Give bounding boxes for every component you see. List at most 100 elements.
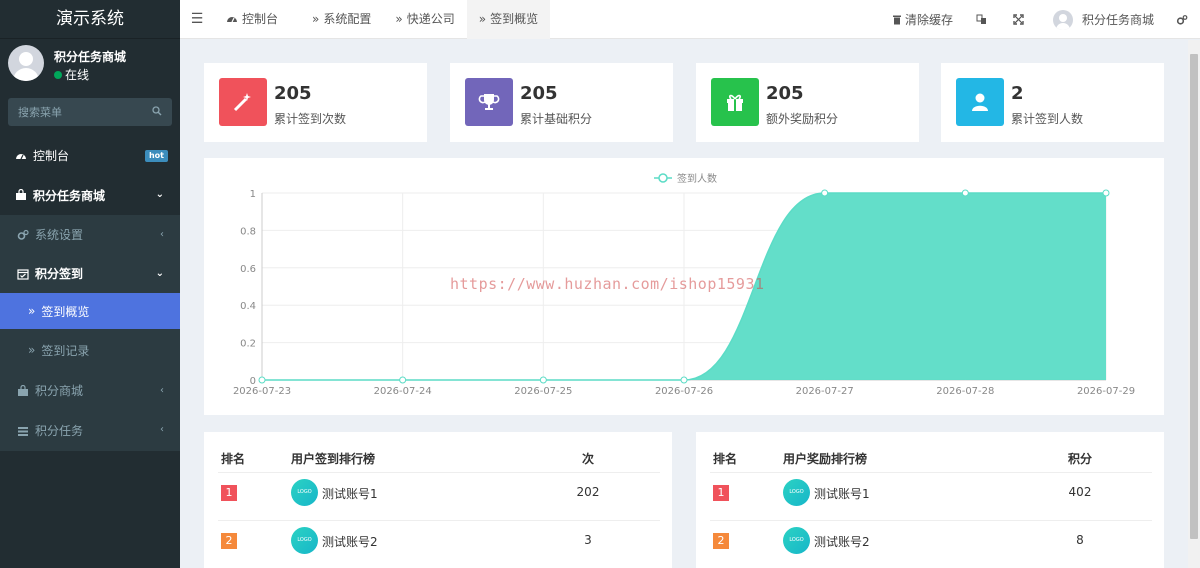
user-logo: LOGO <box>291 479 318 506</box>
sidebar-item-checkin-overview[interactable]: » 签到概览 <box>0 293 180 329</box>
rank-value: 3 <box>584 533 592 547</box>
topbar-actions: 清除缓存 积分任务商城 <box>882 0 1200 39</box>
checkin-rank-panel: 排名 用户签到排行榜 次 1 LOGO 测试账号1 202 2 LOGO 测试账… <box>204 432 672 568</box>
sidebar-item-label: 积分商城 <box>35 384 84 398</box>
clear-cache-button[interactable]: 清除缓存 <box>882 0 963 39</box>
double-chevron-icon: » <box>312 11 320 26</box>
sidebar-item-label: 签到概览 <box>41 304 90 319</box>
sidebar-item-label: 签到记录 <box>41 343 90 358</box>
chevron-down-icon: ⌄ <box>155 268 164 279</box>
app-logo[interactable]: 演示系统 <box>0 0 180 39</box>
checkin-chart: 00.20.40.60.812026-07-23 2026-07-24 2026-0… <box>233 172 1135 397</box>
stat-card-base-points: 205 累计基础积分 <box>450 63 673 142</box>
tab-label: 签到概览 <box>490 11 539 26</box>
translate-button[interactable] <box>963 0 1000 39</box>
magic-wand-icon <box>219 78 267 126</box>
sidebar-item-points-mall[interactable]: 积分任务商城 ⌄ <box>0 175 180 215</box>
sidebar-item-checkin[interactable]: 积分签到 ⌄ <box>0 254 180 293</box>
rank-value: 202 <box>576 485 600 499</box>
x-tick-label: 2026-07-27 <box>796 386 854 397</box>
stat-label: 累计基础积分 <box>520 112 593 126</box>
table-row: 2 LOGO 测试账号2 3 <box>204 522 672 558</box>
sidebar-item-label: 积分任务 <box>35 424 84 438</box>
col-rank: 排名 <box>221 452 246 466</box>
user-icon <box>956 78 1004 126</box>
sidebar-item-label: 积分任务商城 <box>33 188 106 203</box>
chevron-left-icon: ‹ <box>160 385 164 396</box>
tab-label: 快递公司 <box>406 11 455 26</box>
x-tick-label: 2026-07-26 <box>655 386 713 397</box>
sidebar-item-dashboard[interactable]: 控制台 hot <box>0 136 180 175</box>
sidebar-item-mall[interactable]: 积分商城 ‹ <box>0 371 180 410</box>
settings-button[interactable] <box>1168 0 1200 39</box>
user-logo: LOGO <box>783 527 810 554</box>
sidebar-item-system-settings[interactable]: 系统设置 ‹ <box>0 215 180 254</box>
user-logo: LOGO <box>783 479 810 506</box>
user-menu[interactable]: 积分任务商城 <box>1037 0 1168 39</box>
tab-checkin-overview[interactable]: » 签到概览 <box>466 0 551 39</box>
sidebar-menu: 控制台 hot 积分任务商城 ⌄ 系统设置 ‹ 积分签到 ⌄ » 签到概览 » … <box>0 136 180 451</box>
tab-system-config[interactable]: » 系统配置 <box>290 0 383 39</box>
rank-user: 测试账号2 <box>814 535 870 549</box>
chevron-down-icon: ⌄ <box>155 189 164 200</box>
tab-express-company[interactable]: » 快递公司 <box>383 0 466 39</box>
rank-badge: 2 <box>713 533 729 549</box>
legend-label: 签到人数 <box>677 172 717 185</box>
dashboard-icon <box>14 149 28 163</box>
y-tick-label: 0.4 <box>240 301 256 312</box>
translate-icon <box>976 14 986 24</box>
user-menu-name: 积分任务商城 <box>1081 13 1154 27</box>
search-icon[interactable] <box>152 106 162 116</box>
rank-value: 402 <box>1068 485 1092 499</box>
trash-icon <box>892 15 901 25</box>
sidebar-item-checkin-records[interactable]: » 签到记录 <box>0 329 180 371</box>
search-input[interactable] <box>8 98 138 126</box>
stat-value: 205 <box>520 83 558 104</box>
top-navbar: ☰ 控制台 » 系统配置 » 快递公司 » 签到概览 清除缓存 积分任务商城 <box>180 0 1200 39</box>
menu-toggle-icon[interactable]: ☰ <box>180 0 214 39</box>
stat-card-checkin-users: 2 累计签到人数 <box>941 63 1164 142</box>
chevron-left-icon: ‹ <box>160 424 164 435</box>
avatar <box>8 45 44 81</box>
table-row: 1 LOGO 测试账号1 402 <box>696 474 1164 510</box>
stat-card-bonus-points: 205 额外奖励积分 <box>696 63 919 142</box>
dashboard-icon <box>227 17 237 23</box>
shopping-bag-icon <box>16 384 30 398</box>
table-row: 2 LOGO 测试账号2 8 <box>696 522 1164 558</box>
chevron-left-icon: ‹ <box>160 229 164 240</box>
reward-rank-panel: 排名 用户奖励排行榜 积分 1 LOGO 测试账号1 402 2 LOGO 测试… <box>696 432 1164 568</box>
sidebar-item-tasks[interactable]: 积分任务 ‹ <box>0 410 180 451</box>
y-tick-label: 0.8 <box>240 226 256 237</box>
stat-value: 2 <box>1011 83 1024 104</box>
page-scrollbar[interactable] <box>1188 40 1200 568</box>
sidebar-item-label: 系统设置 <box>35 228 84 242</box>
fullscreen-button[interactable] <box>1000 0 1037 39</box>
divider <box>710 472 1152 473</box>
calendar-check-icon <box>16 267 30 281</box>
y-tick-label: 1 <box>250 189 256 200</box>
clear-cache-label: 清除缓存 <box>904 13 953 27</box>
user-panel: 积分任务商城 在线 <box>0 39 180 91</box>
divider <box>218 520 660 521</box>
stat-value: 205 <box>274 83 312 104</box>
data-point <box>258 376 266 384</box>
scrollbar-thumb[interactable] <box>1190 54 1198 539</box>
x-tick-label: 2026-07-23 <box>233 386 291 397</box>
x-tick-label: 2026-07-24 <box>374 386 432 397</box>
double-chevron-icon: » <box>395 11 403 26</box>
col-user: 用户奖励排行榜 <box>783 452 868 466</box>
col-user: 用户签到排行榜 <box>291 452 376 466</box>
sidebar: 演示系统 积分任务商城 在线 控制台 hot 积分任务商城 ⌄ 系统设置 ‹ 积… <box>0 0 180 568</box>
gears-icon <box>1176 14 1188 25</box>
x-tick-label: 2026-07-25 <box>514 386 572 397</box>
data-point <box>961 189 969 197</box>
stat-value: 205 <box>766 83 804 104</box>
rank-table-header: 排名 用户签到排行榜 次 <box>204 450 672 472</box>
data-point <box>680 376 688 384</box>
data-point <box>539 376 547 384</box>
online-dot-icon <box>54 71 62 79</box>
tab-dashboard[interactable]: 控制台 <box>214 0 290 39</box>
stat-label: 累计签到次数 <box>274 112 347 126</box>
sidebar-item-label: 控制台 <box>33 149 70 163</box>
data-point <box>399 376 407 384</box>
